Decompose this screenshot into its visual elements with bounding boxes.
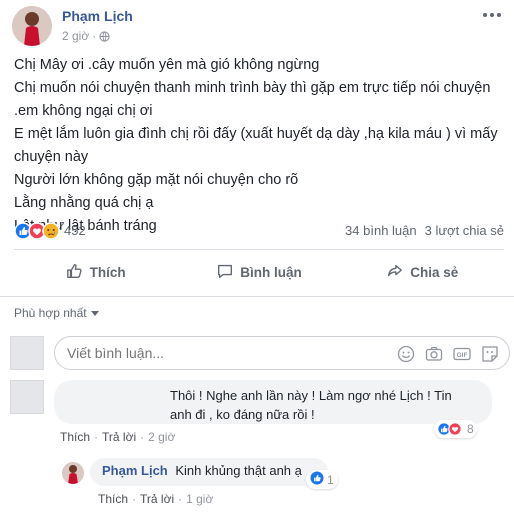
post-stats: 34 bình luận 3 lượt chia sẻ — [345, 223, 504, 238]
comment-reply-link[interactable]: Trả lời — [102, 430, 136, 444]
comment-time[interactable]: 2 giờ — [148, 430, 175, 444]
post-time[interactable]: 2 giờ — [62, 29, 89, 43]
post-actions: Thích Bình luận Chia sẻ — [14, 256, 504, 288]
share-label: Chia sẻ — [410, 264, 459, 280]
reply-like-link[interactable]: Thích — [98, 492, 128, 506]
like-label: Thích — [89, 264, 126, 280]
post-author-name[interactable]: Phạm Lịch — [62, 8, 133, 24]
camera-icon[interactable] — [425, 345, 443, 363]
caret-down-icon — [90, 306, 99, 320]
svg-text:GIF: GIF — [457, 352, 468, 359]
comment-composer: GIF — [10, 336, 510, 370]
comment-text-line: anh đi , ko đáng nữa rồi ! — [170, 407, 315, 422]
post-text-line: Lằng nhằng quá chị ạ — [14, 195, 154, 211]
emoji-icon[interactable] — [397, 345, 415, 363]
reply-bubble: Phạm Lịch Kinh khủng thật anh ạ — [90, 458, 328, 486]
post-text-line: Người lớn không gặp mặt nói chuyện cho r… — [14, 172, 299, 188]
reply-text: Kinh khủng thật anh ạ — [175, 463, 302, 478]
post-text-line: Chị Mây ơi .cây muốn yên mà gió không ng… — [14, 57, 320, 73]
post-meta: 2 giờ · — [62, 29, 110, 43]
composer-icons: GIF — [397, 345, 499, 363]
love-reaction-icon — [448, 422, 462, 436]
comment-input-box[interactable]: GIF — [54, 336, 510, 370]
comment-actions: Thích · Trả lời · 2 giờ — [60, 430, 176, 444]
divider — [14, 249, 504, 250]
reply-reply-link[interactable]: Trả lời — [140, 492, 174, 506]
like-reaction-icon — [310, 471, 324, 488]
thumbs-up-icon — [66, 262, 84, 283]
post-text-line: chuyện này — [14, 149, 89, 165]
divider — [0, 296, 514, 297]
comment-icon — [216, 262, 234, 283]
sort-label: Phù hợp nhất — [14, 306, 87, 320]
comment-count[interactable]: 34 bình luận — [345, 223, 417, 238]
sad-reaction-icon — [42, 222, 60, 240]
comment-like-link[interactable]: Thích — [60, 430, 90, 444]
reply-actions: Thích · Trả lời · 1 giờ — [98, 492, 214, 506]
comment-reactions[interactable]: 8 — [434, 420, 477, 438]
post-text-line: Chị muốn nói chuyện thanh minh trình bày… — [14, 80, 491, 96]
current-user-avatar — [10, 336, 44, 370]
comment-text-line: Thôi ! Nghe anh lần này ! Làm ngơ nhé Lị… — [170, 388, 452, 403]
commenter-avatar[interactable] — [10, 380, 44, 414]
reactions-summary: 452 34 bình luận 3 lượt chia sẻ — [14, 220, 504, 242]
comment-reaction-count: 8 — [467, 422, 474, 436]
reply-reactions[interactable]: 1 — [306, 470, 338, 489]
reply-reaction-count: 1 — [327, 472, 334, 487]
share-count[interactable]: 3 lượt chia sẻ — [425, 223, 504, 238]
post-text: Chị Mây ơi .cây muốn yên mà gió không ng… — [14, 54, 500, 238]
author-avatar[interactable] — [12, 6, 52, 46]
share-icon — [386, 262, 404, 283]
comment-label: Bình luận — [240, 264, 302, 280]
post-text-line: .em không ngại chị ơi — [14, 103, 153, 119]
reaction-count[interactable]: 452 — [64, 223, 86, 238]
reply-time[interactable]: 1 giờ — [186, 492, 213, 506]
reply-author-name[interactable]: Phạm Lịch — [102, 463, 168, 478]
comment-button[interactable]: Bình luận — [177, 256, 340, 288]
more-options-icon[interactable] — [480, 8, 504, 22]
reply-author-avatar[interactable] — [62, 462, 84, 484]
comment-input[interactable] — [67, 345, 367, 361]
gif-icon[interactable]: GIF — [453, 345, 471, 363]
globe-icon — [99, 30, 110, 42]
reaction-icons[interactable] — [14, 222, 62, 240]
share-button[interactable]: Chia sẻ — [341, 256, 504, 288]
post-header: Phạm Lịch 2 giờ · — [10, 4, 504, 46]
like-button[interactable]: Thích — [14, 256, 177, 288]
post-text-line: E mệt lắm luôn gia đình chị rồi đấy (xuấ… — [14, 126, 498, 142]
sticker-icon[interactable] — [481, 345, 499, 363]
comment-bubble: Thôi ! Nghe anh lần này ! Làm ngơ nhé Lị… — [54, 380, 492, 424]
comment-sort-dropdown[interactable]: Phù hợp nhất — [14, 306, 99, 320]
